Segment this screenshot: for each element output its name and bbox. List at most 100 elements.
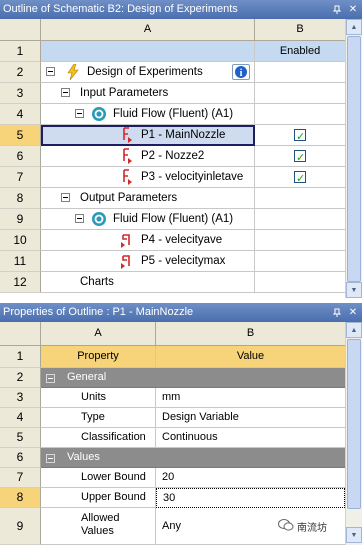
collapse-icon[interactable] [46,67,55,76]
table-row: 5 P1 - MainNozzle [0,125,345,147]
charts-cell[interactable]: Charts [41,272,255,293]
parameter-p4-cell[interactable]: P4 - velecityave [41,230,255,251]
parameter-p1-cell[interactable]: P1 - MainNozzle [41,125,255,146]
row-cell-b [255,230,345,251]
row-number[interactable]: 12 [0,272,41,293]
upper-bound-field[interactable]: 30 [156,488,345,508]
row-number[interactable]: 10 [0,230,41,251]
row-number[interactable]: 6 [0,448,41,468]
scroll-thumb[interactable] [347,36,361,282]
property-value[interactable]: mm [156,388,345,408]
enabled-header-cell: Enabled [255,41,345,62]
pin-icon[interactable] [330,306,344,320]
table-row: 6 P2 - Nozze2 [0,146,345,168]
group-general[interactable]: General [41,368,345,388]
input-parameter-icon [119,169,135,185]
row-number[interactable]: 8 [0,188,41,209]
collapse-icon[interactable] [75,109,84,118]
pin-icon[interactable] [330,3,344,17]
outline-titlebar: Outline of Schematic B2: Design of Exper… [0,0,362,19]
table-row: 1 Property Value [0,346,345,368]
lower-bound-field[interactable]: 20 [156,468,345,488]
property-name: Type [41,408,156,428]
parameter-p3-cell[interactable]: P3 - velocityinletave [41,167,255,188]
column-a-header[interactable]: A [41,19,255,41]
row-number[interactable]: 9 [0,209,41,230]
row-cell-b [255,83,345,104]
table-row: 7 P3 - velocityinletave [0,167,345,189]
enabled-checkbox[interactable] [294,127,306,147]
row-number[interactable]: 3 [0,83,41,104]
table-row: 9 Fluid Flow (Fluent) (A1) [0,209,345,230]
collapse-icon[interactable] [46,374,55,383]
close-icon[interactable]: ✕ [346,306,360,320]
scroll-thumb[interactable] [347,339,361,509]
info-icon[interactable]: i [232,64,250,80]
row-cell-b [255,251,345,272]
outline-scrollbar[interactable]: ▲ ▼ [345,19,362,298]
column-b-header[interactable]: B [255,19,345,41]
p2-label: P2 - Nozze2 [141,150,205,162]
row-number[interactable]: 8 [0,488,41,508]
scroll-up-icon[interactable]: ▲ [346,322,362,338]
row-number[interactable]: 7 [0,468,41,488]
table-row: 1 Enabled [0,41,345,62]
table-row: 4 Type Design Variable [0,408,345,428]
scroll-up-icon[interactable]: ▲ [346,19,362,35]
row-number[interactable]: 4 [0,104,41,125]
watermark-text: 南流坊 [297,523,327,534]
row-number[interactable]: 2 [0,368,41,388]
fluid-flow-cell[interactable]: Fluid Flow (Fluent) (A1) [41,209,255,230]
enabled-checkbox[interactable] [294,169,306,189]
enabled-checkbox[interactable] [294,148,306,168]
row-number[interactable]: 1 [0,41,41,62]
scroll-down-icon[interactable]: ▼ [346,527,362,543]
parameter-p5-cell[interactable]: P5 - velecitymax [41,251,255,272]
property-header: Property [41,346,156,368]
corner-cell [0,19,41,41]
enabled-cell [255,167,345,189]
collapse-icon[interactable] [75,214,84,223]
outline-title: Outline of Schematic B2: Design of Exper… [3,3,238,15]
row-number[interactable]: 11 [0,251,41,272]
collapse-icon[interactable] [61,88,70,97]
properties-column-header: A B [0,322,345,346]
row-number[interactable]: 2 [0,62,41,83]
column-a-header[interactable]: A [41,322,156,346]
column-b-header[interactable]: B [156,322,345,346]
row-number[interactable]: 6 [0,146,41,167]
input-params-cell[interactable]: Input Parameters [41,83,255,104]
row-number[interactable]: 7 [0,167,41,188]
input-parameter-icon [119,127,135,143]
parameter-p2-cell[interactable]: P2 - Nozze2 [41,146,255,167]
row-number[interactable]: 3 [0,388,41,408]
fluent-system-icon [91,106,107,122]
collapse-icon[interactable] [46,454,55,463]
row-number[interactable]: 1 [0,346,41,368]
input-params-label: Input Parameters [80,87,169,99]
svg-text:i: i [240,68,243,79]
fluid-flow-label: Fluid Flow (Fluent) (A1) [113,108,234,120]
doe-cell[interactable]: Design of Experiments i [41,62,255,83]
group-values[interactable]: Values [41,448,345,468]
scroll-down-icon[interactable]: ▼ [346,282,362,298]
table-row: 7 Lower Bound 20 [0,468,345,488]
row-number[interactable]: 9 [0,508,41,545]
outline-column-header: A B [0,19,345,41]
properties-scrollbar[interactable]: ▲ ▼ [345,322,362,545]
fluid-flow-cell[interactable]: Fluid Flow (Fluent) (A1) [41,104,255,125]
property-value[interactable]: Continuous [156,428,345,448]
property-name: Units [41,388,156,408]
charts-label: Charts [80,276,114,288]
enabled-cell [255,146,345,168]
row-number[interactable]: 5 [0,428,41,448]
collapse-icon[interactable] [61,193,70,202]
output-params-cell[interactable]: Output Parameters [41,188,255,209]
row-cell-b [255,104,345,125]
property-value[interactable]: Design Variable [156,408,345,428]
row-number[interactable]: 5 [0,125,41,146]
table-row: 11 P5 - velecitymax [0,251,345,272]
table-row: 8 Upper Bound 30 [0,488,345,508]
row-number[interactable]: 4 [0,408,41,428]
close-icon[interactable]: ✕ [346,3,360,17]
